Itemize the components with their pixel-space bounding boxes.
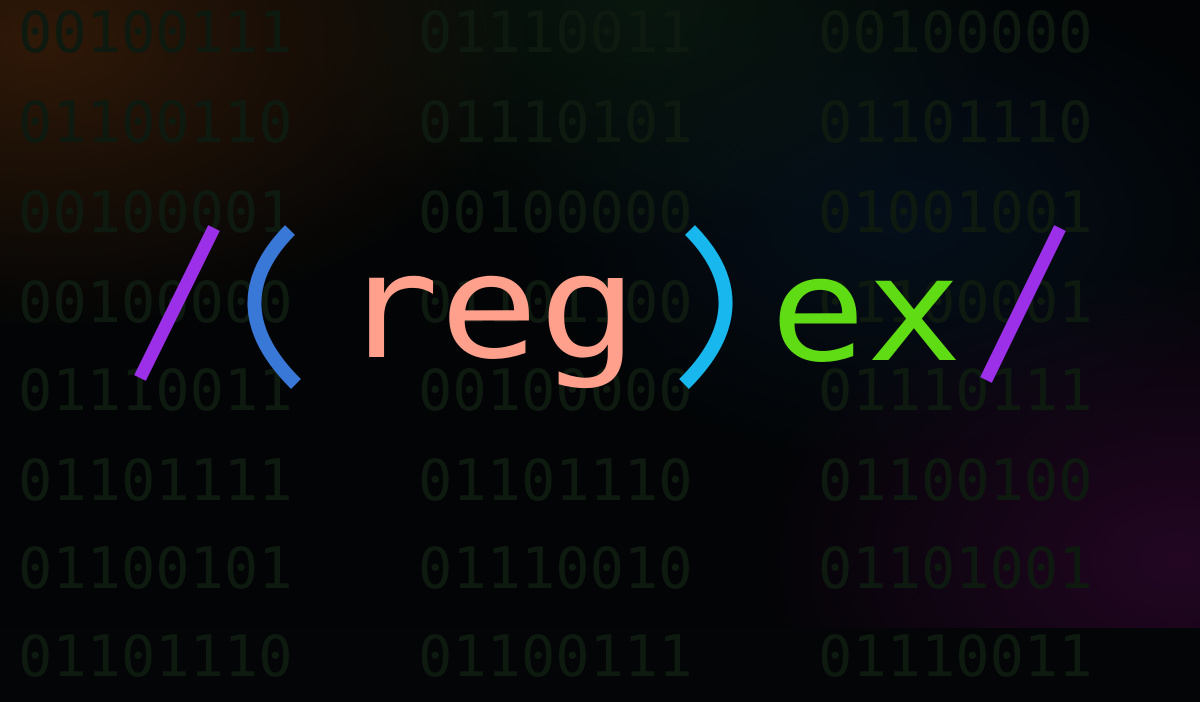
regex-logo-art: reg ex bbox=[134, 223, 1066, 395]
regex-suffix-text: ex bbox=[770, 226, 962, 395]
regex-logo: reg ex bbox=[0, 0, 1200, 628]
paren-open-stroke bbox=[247, 225, 301, 389]
regex-group-text: reg bbox=[340, 223, 638, 392]
slash-close-stroke bbox=[980, 225, 1066, 383]
slash-open-stroke bbox=[134, 225, 220, 381]
paren-close-stroke bbox=[679, 225, 733, 389]
